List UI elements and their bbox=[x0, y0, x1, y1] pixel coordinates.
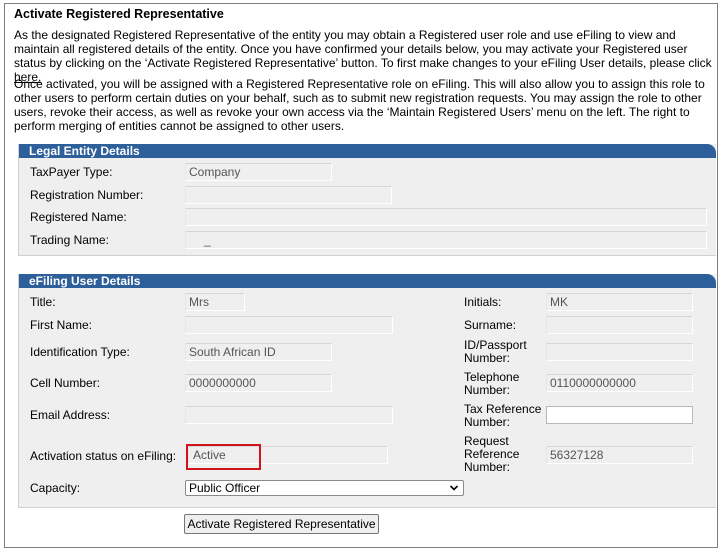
capacity-select[interactable]: Public Officer bbox=[185, 480, 464, 496]
email-address-label: Email Address: bbox=[30, 408, 111, 422]
capacity-selected-value: Public Officer bbox=[189, 481, 261, 495]
registration-number-field bbox=[185, 186, 392, 204]
first-name-label: First Name: bbox=[30, 318, 93, 332]
first-name-field bbox=[185, 316, 393, 334]
telephone-number-field: 0110000000000 bbox=[546, 374, 693, 392]
telephone-number-label: Telephone Number: bbox=[464, 370, 520, 397]
cell-number-field: 0000000000 bbox=[185, 374, 332, 392]
registration-number-label: Registration Number: bbox=[30, 188, 144, 202]
tax-reference-number-label: Tax Reference Number: bbox=[464, 402, 542, 429]
registered-name-field bbox=[185, 208, 707, 226]
intro-text: As the designated Registered Representat… bbox=[14, 28, 712, 70]
chevron-down-icon bbox=[449, 485, 459, 491]
id-passport-number-label: ID/Passport Number: bbox=[464, 338, 527, 365]
taxpayer-type-label: TaxPayer Type: bbox=[30, 165, 113, 179]
trading-name-label: Trading Name: bbox=[30, 233, 109, 247]
intro-paragraph: As the designated Registered Representat… bbox=[14, 28, 714, 84]
identification-type-label: Identification Type: bbox=[30, 345, 130, 359]
request-reference-number-label: Request Reference Number: bbox=[464, 434, 520, 474]
surname-field bbox=[546, 316, 693, 334]
title-field: Mrs bbox=[185, 293, 245, 311]
activate-registered-representative-button[interactable]: Activate Registered Representative bbox=[184, 514, 379, 534]
activation-status-highlight bbox=[186, 444, 261, 470]
surname-label: Surname: bbox=[464, 318, 517, 332]
tax-reference-number-field bbox=[546, 406, 693, 424]
cell-number-label: Cell Number: bbox=[30, 376, 101, 390]
taxpayer-type-field: Company bbox=[185, 163, 332, 181]
request-reference-number-field: 56327128 bbox=[546, 446, 693, 464]
title-label: Title: bbox=[30, 295, 56, 309]
id-passport-number-field bbox=[546, 343, 693, 361]
page-title: Activate Registered Representative bbox=[14, 7, 224, 21]
identification-type-field: South African ID bbox=[185, 343, 332, 361]
legal-entity-header: Legal Entity Details bbox=[19, 144, 716, 158]
trading-name-field: _ bbox=[185, 231, 707, 249]
info-paragraph: Once activated, you will be assigned wit… bbox=[14, 77, 705, 133]
registered-name-label: Registered Name: bbox=[30, 210, 127, 224]
email-address-field bbox=[185, 406, 393, 424]
activation-status-label: Activation status on eFiling: bbox=[30, 449, 177, 463]
initials-label: Initials: bbox=[464, 295, 502, 309]
initials-field: MK bbox=[546, 293, 693, 311]
capacity-label: Capacity: bbox=[30, 481, 81, 495]
efiling-user-header: eFiling User Details bbox=[19, 274, 716, 288]
